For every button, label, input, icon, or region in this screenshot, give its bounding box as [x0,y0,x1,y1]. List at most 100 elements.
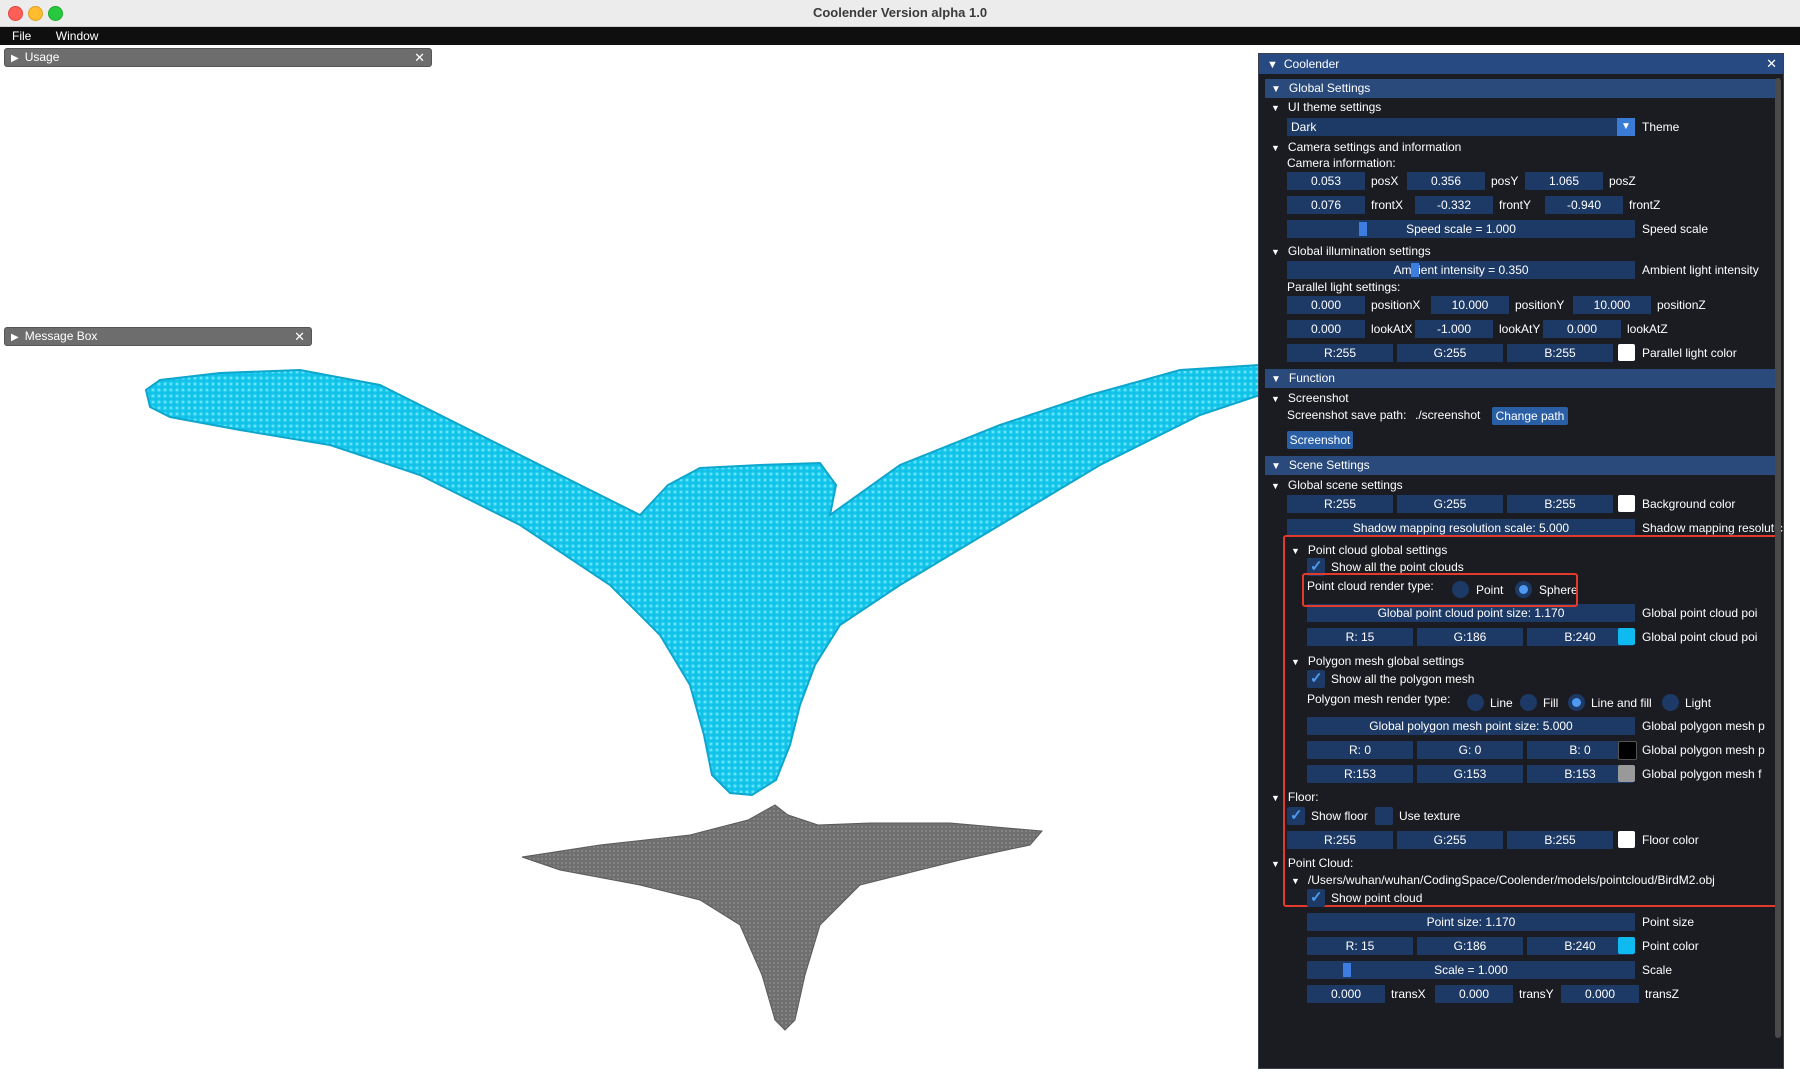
scale-slider[interactable]: Scale = 1.000 [1307,961,1635,979]
mesh-render-linefill-radio[interactable] [1568,694,1585,711]
point-size-label: Point size [1642,915,1695,929]
theme-select[interactable]: Dark ▼ [1287,118,1635,136]
show-all-pc-checkbox[interactable]: ✓ [1307,558,1325,576]
point-cloud-node[interactable]: ▼ Point Cloud: [1271,855,1353,872]
message-box-window[interactable]: ▶ Message Box ✕ [4,327,312,346]
point-cloud-file-node[interactable]: ▼ /Users/wuhan/wuhan/CodingSpace/Coolende… [1291,872,1715,889]
mesh-render-light-radio[interactable] [1662,694,1679,711]
bg-color-b[interactable]: B:255 [1507,495,1613,513]
light-color-r[interactable]: R:255 [1287,344,1393,362]
fronty-field[interactable]: -0.332 [1415,196,1493,214]
bg-color-r[interactable]: R:255 [1287,495,1393,513]
mesh-color1-r[interactable]: R: 0 [1307,741,1413,759]
mesh-global-node[interactable]: ▼ Polygon mesh global settings [1291,653,1464,670]
pc-render-sphere-label: Sphere [1539,583,1578,597]
close-icon[interactable]: ✕ [294,328,305,345]
scale-value: Scale = 1.000 [1434,963,1508,977]
theme-label: Theme [1642,120,1680,134]
point-color-g[interactable]: G:186 [1417,937,1523,955]
lookaty-field[interactable]: -1.000 [1415,320,1493,338]
mesh-color2-swatch[interactable] [1618,765,1635,782]
point-size-slider[interactable]: Point size: 1.170 [1307,913,1635,931]
posz-field[interactable]: 1.065 [1525,172,1603,190]
show-point-cloud-checkbox[interactable]: ✓ [1307,889,1325,907]
mesh-render-line-radio[interactable] [1467,694,1484,711]
shadow-resolution-slider[interactable]: Shadow mapping resolution scale: 5.000 [1287,519,1635,537]
light-color-swatch[interactable] [1618,344,1635,361]
ui-theme-node[interactable]: ▼ UI theme settings [1271,99,1381,116]
camera-node[interactable]: ▼ Camera settings and information [1271,139,1461,156]
menu-file[interactable]: File [12,27,31,45]
usage-window-title: Usage [24,50,60,64]
lookatz-field[interactable]: 0.000 [1543,320,1621,338]
floor-color-b[interactable]: B:255 [1507,831,1613,849]
posx-field[interactable]: 0.053 [1287,172,1365,190]
mesh-color1-swatch[interactable] [1618,741,1637,760]
mesh-render-fill-radio[interactable] [1520,694,1537,711]
bg-color-g[interactable]: G:255 [1397,495,1503,513]
mesh-color2-r[interactable]: R:153 [1307,765,1413,783]
use-texture-label: Use texture [1399,809,1461,823]
menu-window[interactable]: Window [56,27,99,45]
positiony-field[interactable]: 10.000 [1431,296,1509,314]
speed-scale-value: Speed scale = 1.000 [1406,222,1516,236]
slider-grab[interactable] [1343,963,1351,977]
bg-color-swatch[interactable] [1618,495,1635,512]
show-floor-checkbox[interactable]: ✓ [1287,807,1305,825]
chevron-down-icon[interactable]: ▼ [1617,118,1635,136]
mesh-render-type-label: Polygon mesh render type: [1307,692,1451,706]
usage-window[interactable]: ▶ Usage ✕ [4,48,432,67]
show-floor-label: Show floor [1311,809,1368,823]
screenshot-button[interactable]: Screenshot [1287,431,1353,449]
pc-render-point-label: Point [1476,583,1504,597]
transy-field[interactable]: 0.000 [1435,985,1513,1003]
panel-titlebar[interactable]: ▼ Coolender ✕ [1259,54,1783,74]
floor-color-g[interactable]: G:255 [1397,831,1503,849]
mesh-color1-g[interactable]: G: 0 [1417,741,1523,759]
global-pc-color-g[interactable]: G:186 [1417,628,1523,646]
posy-label: posY [1491,174,1519,188]
speed-scale-slider[interactable]: Speed scale = 1.000 [1287,220,1635,238]
slider-grab[interactable] [1411,263,1419,277]
point-color-swatch[interactable] [1618,937,1635,954]
show-all-mesh-checkbox[interactable]: ✓ [1307,670,1325,688]
pc-render-sphere-radio[interactable] [1515,581,1532,598]
illumination-title: Global illumination settings [1287,244,1431,258]
positionx-field[interactable]: 0.000 [1287,296,1365,314]
use-texture-checkbox[interactable] [1375,807,1393,825]
lookatx-field[interactable]: 0.000 [1287,320,1365,338]
close-icon[interactable]: ✕ [1766,54,1777,74]
positionz-field[interactable]: 10.000 [1573,296,1651,314]
floor-node[interactable]: ▼ Floor: [1271,789,1319,806]
floor-color-swatch[interactable] [1618,831,1635,848]
frontz-field[interactable]: -0.940 [1545,196,1623,214]
pc-render-point-radio[interactable] [1452,581,1469,598]
floor-color-label: Floor color [1642,833,1699,847]
close-icon[interactable]: ✕ [414,49,425,66]
floor-color-r[interactable]: R:255 [1287,831,1393,849]
coolender-panel[interactable]: ▼ Coolender ✕ ▼ Global Settings ▼ UI theme … [1258,53,1784,1069]
global-pc-color-swatch[interactable] [1618,628,1635,645]
global-mesh-size-slider[interactable]: Global polygon mesh point size: 5.000 [1307,717,1635,735]
function-header[interactable]: ▼ Function [1265,369,1779,388]
triangle-down-icon: ▼ [1271,374,1281,385]
transx-field[interactable]: 0.000 [1307,985,1385,1003]
screenshot-node[interactable]: ▼ Screenshot [1271,390,1349,407]
change-path-button[interactable]: Change path [1492,407,1568,425]
point-color-r[interactable]: R: 15 [1307,937,1413,955]
global-scene-node[interactable]: ▼ Global scene settings [1271,477,1403,494]
light-color-g[interactable]: G:255 [1397,344,1503,362]
panel-scrollbar[interactable] [1775,78,1781,1038]
frontx-field[interactable]: 0.076 [1287,196,1365,214]
transz-field[interactable]: 0.000 [1561,985,1639,1003]
global-pc-color-r[interactable]: R: 15 [1307,628,1413,646]
illumination-node[interactable]: ▼ Global illumination settings [1271,243,1431,260]
slider-grab[interactable] [1359,222,1367,236]
global-settings-header[interactable]: ▼ Global Settings [1265,79,1779,98]
ambient-intensity-slider[interactable]: Ambient intensity = 0.350 [1287,261,1635,279]
posy-field[interactable]: 0.356 [1407,172,1485,190]
mesh-color2-g[interactable]: G:153 [1417,765,1523,783]
global-pc-size-slider[interactable]: Global point cloud point size: 1.170 [1307,604,1635,622]
scene-settings-header[interactable]: ▼ Scene Settings [1265,456,1779,475]
light-color-b[interactable]: B:255 [1507,344,1613,362]
